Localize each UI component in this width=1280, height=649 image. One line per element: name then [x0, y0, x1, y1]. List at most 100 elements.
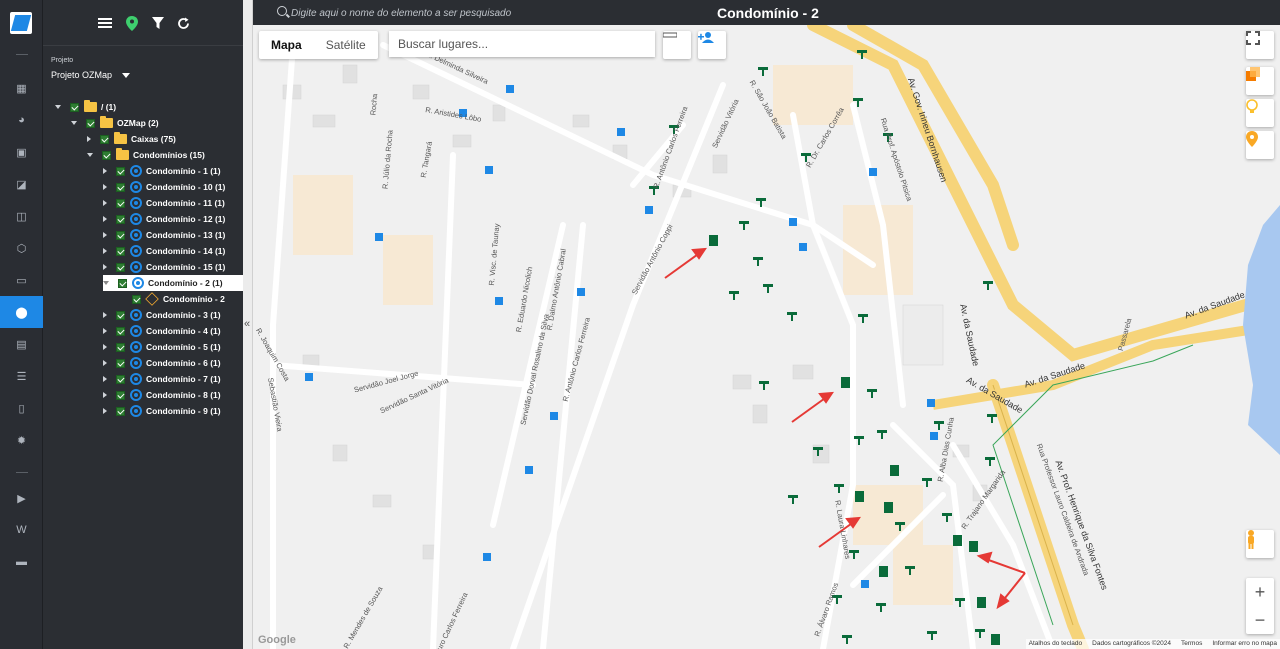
- tree-node-condominio[interactable]: Condomínio - 13 (1): [103, 227, 225, 243]
- expand-toggle-icon[interactable]: [71, 121, 77, 125]
- checkbox[interactable]: [116, 358, 125, 368]
- sidebar-collapse-handle[interactable]: «: [243, 0, 253, 649]
- expand-toggle-icon[interactable]: [103, 264, 107, 270]
- report-error-link[interactable]: Informar erro no mapa: [1212, 640, 1277, 648]
- places-search-input[interactable]: [389, 31, 655, 57]
- map-pin-icon[interactable]: ⬤: [0, 296, 43, 328]
- map-pin-icon[interactable]: [1246, 131, 1274, 159]
- video-icon[interactable]: ▶: [0, 482, 43, 514]
- contacts-icon[interactable]: ▣: [0, 136, 43, 168]
- expand-toggle-icon[interactable]: [87, 136, 91, 142]
- checkbox[interactable]: [116, 198, 125, 208]
- gear-icon[interactable]: ✹: [0, 424, 43, 456]
- map-canvas[interactable]: R. Delminda Silveira R. Aristides Lôbo R…: [253, 25, 1280, 649]
- checkbox[interactable]: [116, 246, 125, 256]
- expand-toggle-icon[interactable]: [103, 216, 107, 222]
- tree-node-condominio[interactable]: Condomínio - 6 (1): [103, 355, 221, 371]
- checkbox[interactable]: [116, 310, 125, 320]
- money-icon[interactable]: ▭: [0, 264, 43, 296]
- expand-toggle-icon[interactable]: [103, 168, 107, 174]
- checkbox[interactable]: [116, 374, 125, 384]
- checkbox[interactable]: [118, 278, 127, 288]
- add-person-icon[interactable]: [698, 31, 726, 59]
- tree-node-condominio-selected[interactable]: Condomínio - 2 (1): [103, 275, 243, 291]
- checkbox[interactable]: [116, 342, 125, 352]
- tree-node-building[interactable]: Condomínio - 2: [119, 291, 225, 307]
- expand-toggle-icon[interactable]: [103, 312, 107, 318]
- expand-toggle-icon[interactable]: [103, 184, 107, 190]
- tree-node-condominio[interactable]: Condomínio - 10 (1): [103, 179, 225, 195]
- expand-toggle-icon[interactable]: [103, 392, 107, 398]
- street-view-pegman-icon[interactable]: [1246, 530, 1274, 558]
- cube-icon[interactable]: ⬡: [0, 232, 43, 264]
- checkbox[interactable]: [116, 262, 125, 272]
- tree-node-condominio[interactable]: Condomínio - 9 (1): [103, 403, 221, 419]
- checkbox[interactable]: [116, 214, 125, 224]
- fullscreen-icon[interactable]: [1246, 31, 1274, 59]
- calendar-icon[interactable]: ◫: [0, 200, 43, 232]
- app-logo[interactable]: [10, 12, 32, 34]
- tree-node-condominio[interactable]: Condomínio - 12 (1): [103, 211, 225, 227]
- network-icon[interactable]: ◕: [0, 104, 43, 136]
- project-select[interactable]: Projeto OZMap: [51, 70, 131, 80]
- tree-node-root[interactable]: / (1): [55, 99, 116, 115]
- expand-toggle-icon[interactable]: [103, 248, 107, 254]
- filter-icon[interactable]: [149, 14, 167, 32]
- expand-toggle-icon[interactable]: [55, 105, 61, 109]
- checkbox[interactable]: [70, 102, 79, 112]
- checkbox[interactable]: [116, 326, 125, 336]
- refresh-icon[interactable]: [174, 14, 192, 32]
- checkbox[interactable]: [116, 182, 125, 192]
- terms-link[interactable]: Termos: [1181, 640, 1202, 648]
- tree-node-condominio[interactable]: Condomínio - 15 (1): [103, 259, 225, 275]
- checkbox[interactable]: [100, 134, 109, 144]
- tree-label: Condomínio - 9 (1): [146, 406, 221, 416]
- tree-node-condominio[interactable]: Condomínio - 14 (1): [103, 243, 225, 259]
- tree-node-condominios[interactable]: Condomínios (15): [87, 147, 205, 163]
- tree-node-caixas[interactable]: Caixas (75): [87, 131, 176, 147]
- double-chevron-left-icon[interactable]: «: [244, 318, 250, 330]
- expand-toggle-icon[interactable]: [103, 408, 107, 414]
- checkbox[interactable]: [102, 150, 111, 160]
- expand-toggle-icon[interactable]: [103, 200, 107, 206]
- hamburger-menu-icon[interactable]: [96, 14, 114, 32]
- expand-toggle-icon[interactable]: [87, 153, 93, 157]
- tree-node-condominio[interactable]: Condomínio - 11 (1): [103, 195, 225, 211]
- tree-node-condominio[interactable]: Condomínio - 7 (1): [103, 371, 221, 387]
- expand-toggle-icon[interactable]: [103, 232, 107, 238]
- zoom-in-button[interactable]: +: [1255, 578, 1266, 606]
- lightbulb-icon[interactable]: [1246, 99, 1274, 127]
- tree-node-condominio[interactable]: Condomínio - 8 (1): [103, 387, 221, 403]
- checkbox[interactable]: [116, 390, 125, 400]
- ruler-icon[interactable]: [663, 31, 691, 59]
- checkbox[interactable]: [116, 406, 125, 416]
- server-icon[interactable]: ☰: [0, 360, 43, 392]
- expand-toggle-icon[interactable]: [103, 328, 107, 334]
- tree-node-condominio[interactable]: Condomínio - 1 (1): [103, 163, 221, 179]
- wiki-icon[interactable]: W: [0, 514, 43, 546]
- tree-node-condominio[interactable]: Condomínio - 3 (1): [103, 307, 221, 323]
- tree-node-condominio[interactable]: Condomínio - 4 (1): [103, 323, 221, 339]
- checkbox[interactable]: [116, 230, 125, 240]
- document-icon[interactable]: ▯: [0, 392, 43, 424]
- element-search-input[interactable]: [291, 4, 591, 22]
- expand-toggle-icon[interactable]: [103, 344, 107, 350]
- layers-icon[interactable]: [1246, 67, 1274, 95]
- map-type-map-button[interactable]: Mapa: [259, 31, 314, 59]
- tree-node-ozmap[interactable]: OZMap (2): [71, 115, 159, 131]
- keyboard-shortcuts-link[interactable]: Atalhos do teclado: [1029, 640, 1082, 648]
- zoom-out-button[interactable]: −: [1255, 606, 1266, 634]
- tree-node-condominio[interactable]: Condomínio - 5 (1): [103, 339, 221, 355]
- expand-toggle-icon[interactable]: [103, 281, 109, 285]
- map-type-satellite-button[interactable]: Satélite: [314, 31, 378, 59]
- expand-toggle-icon[interactable]: [103, 360, 107, 366]
- checkbox[interactable]: [132, 294, 141, 304]
- checkbox[interactable]: [116, 166, 125, 176]
- checkbox[interactable]: [86, 118, 95, 128]
- location-pin-icon[interactable]: [123, 14, 141, 32]
- expand-toggle-icon[interactable]: [103, 376, 107, 382]
- chat-icon[interactable]: ▬: [0, 546, 43, 578]
- picture-icon[interactable]: ◪: [0, 168, 43, 200]
- list-icon[interactable]: ▤: [0, 328, 43, 360]
- dashboard-icon[interactable]: ▦: [0, 72, 43, 104]
